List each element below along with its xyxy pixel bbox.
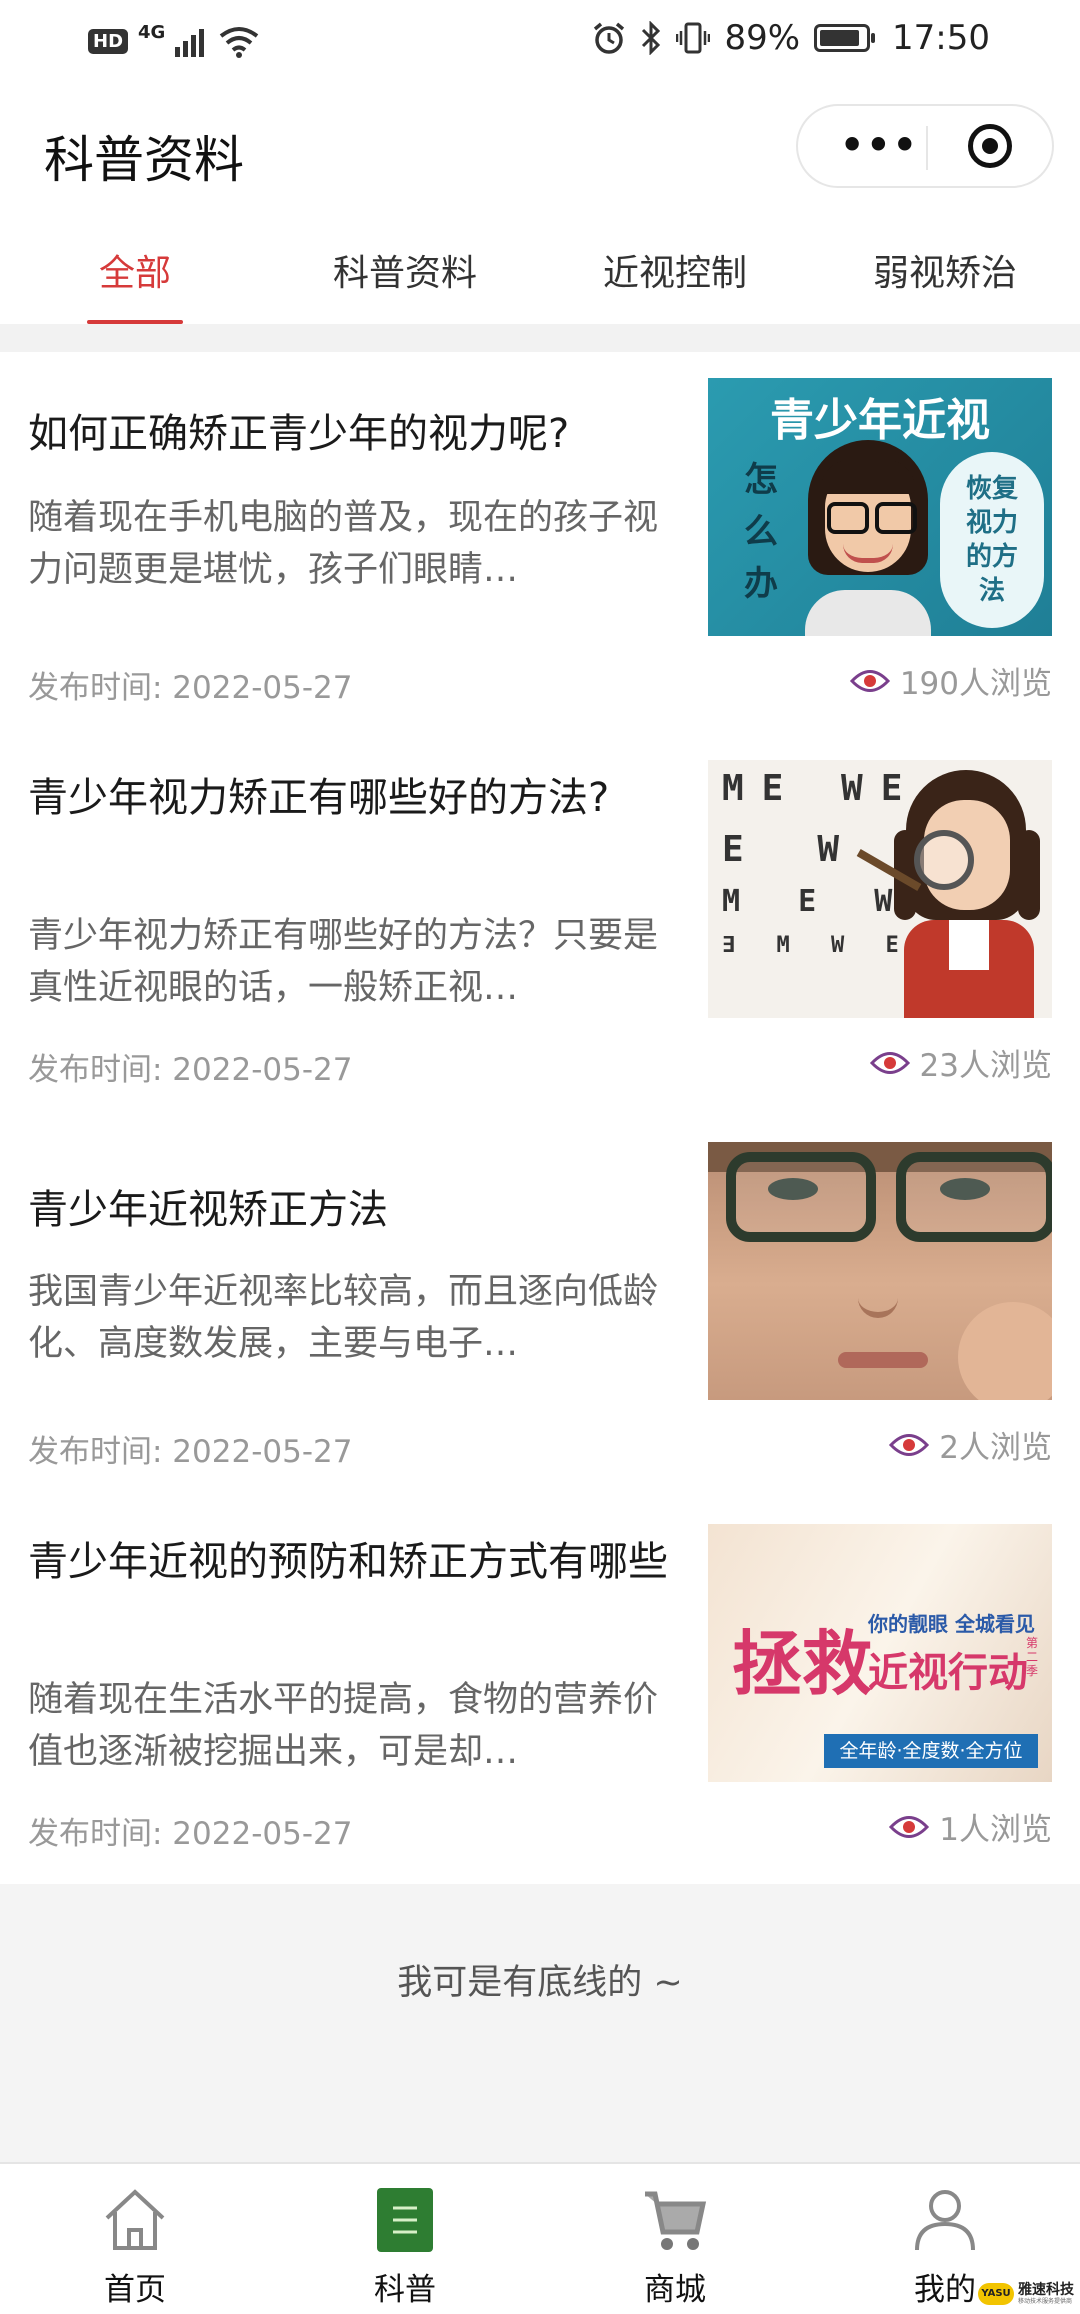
bottom-tab-bar: 首页 科普 商城 我的 YASU 雅速科技 移动技术服务提供商: [0, 2162, 1080, 2314]
user-icon: [915, 2190, 975, 2251]
article-thumbnail[interactable]: [708, 1142, 1052, 1400]
brand-text-group: 雅速科技 移动技术服务提供商: [1018, 2282, 1074, 2306]
eye-icon: [889, 1433, 930, 1456]
article-views: 190人浏览: [849, 658, 1052, 703]
views-count: 1人浏览: [939, 1812, 1052, 1848]
article-views: 1人浏览: [889, 1804, 1052, 1849]
article-thumbnail[interactable]: ME WE E W ∃ M E W ∃ M W E: [708, 760, 1052, 1018]
article-views: 23人浏览: [869, 1040, 1052, 1085]
views-count: 190人浏览: [899, 666, 1052, 702]
views-count: 23人浏览: [919, 1048, 1052, 1084]
article-views: 2人浏览: [889, 1422, 1052, 1467]
network-label: 4G: [138, 22, 166, 43]
tabbar-mall[interactable]: 商城: [540, 2164, 810, 2314]
tabbar-mall-label: 商城: [644, 2272, 706, 2308]
article-item[interactable]: 如何正确矫正青少年的视力呢? 随着现在手机电脑的普及，现在的孩子视力问题更是堪忧…: [0, 352, 1080, 734]
thumb-big2-text: 近视行动: [868, 1650, 1028, 1696]
status-bar: HD 4G 89% 17:50: [0, 0, 1080, 84]
signal-icon: [175, 28, 205, 57]
thumb-heading: 青少年近视: [770, 395, 990, 446]
tab-amblyopia[interactable]: 弱视矫治: [810, 214, 1080, 324]
brand-logo: YASU: [978, 2283, 1014, 2305]
glasses-figure: [708, 1142, 1052, 1400]
home-icon: [105, 2189, 165, 2250]
article-item[interactable]: 青少年近视的预防和矫正方式有哪些 随着现在生活水平的提高，食物的营养价值也逐渐被…: [0, 1498, 1080, 1880]
eye-icon: [849, 669, 890, 692]
article-item[interactable]: 青少年视力矫正有哪些好的方法? 青少年视力矫正有哪些好的方法？只要是真性近视眼的…: [0, 734, 1080, 1116]
document-icon: [377, 2188, 433, 2252]
capsule-divider: [926, 126, 928, 170]
brand-name: 雅速科技: [1018, 2282, 1074, 2298]
section-divider: [0, 324, 1080, 352]
article-summary: 随着现在手机电脑的普及，现在的孩子视力问题更是堪忧，孩子们眼睛…: [28, 498, 659, 590]
target-circle-icon[interactable]: [968, 124, 1012, 168]
article-title: 青少年视力矫正有哪些好的方法?: [28, 775, 610, 821]
article-date: 发布时间: 2022-05-27: [28, 1816, 353, 1852]
signal-group: HD 4G: [88, 22, 259, 61]
tabbar-home-label: 首页: [104, 2272, 166, 2308]
article-item[interactable]: 青少年近视矫正方法 我国青少年近视率比较高，而且逐向低龄化、高度数发展，主要与电…: [0, 1116, 1080, 1498]
article-thumbnail[interactable]: 青少年近视 怎么办 恢复视力的方法: [708, 378, 1052, 636]
vibrate-icon: [676, 22, 711, 54]
status-right: 89% 17:50: [592, 18, 990, 58]
article-thumbnail[interactable]: 拯救 你的靓眼 全城看见 近视行动 第二季 全年龄·全度数·全方位: [708, 1524, 1052, 1782]
article-date: 发布时间: 2022-05-27: [28, 1052, 353, 1088]
mini-program-capsule: •••: [796, 104, 1054, 188]
bluetooth-icon: [642, 21, 661, 55]
thumb-left-text: 怎么办: [744, 460, 778, 604]
battery-fill: [820, 30, 860, 46]
tabbar-science-label: 科普: [374, 2272, 436, 2308]
thumb-bubble-text: 恢复视力的方法: [965, 474, 1018, 606]
cart-icon: [645, 2191, 707, 2250]
article-summary: 随着现在生活水平的提高，食物的营养价值也逐渐被挖掘出来，可是却…: [28, 1680, 659, 1772]
alarm-icon: [594, 22, 625, 54]
battery-percent: 89%: [724, 18, 801, 58]
thumb-season: 第二季: [1026, 1636, 1039, 1678]
girl-figure: [803, 440, 933, 636]
brand-slogan: 移动技术服务提供商: [1018, 2298, 1073, 2305]
article-summary: 青少年视力矫正有哪些好的方法？只要是真性近视眼的话，一般矫正视…: [28, 916, 659, 1008]
tab-myopia-control[interactable]: 近视控制: [540, 214, 810, 324]
girl-figure: [856, 770, 1044, 1018]
tab-all[interactable]: 全部: [0, 214, 270, 324]
more-dots-icon[interactable]: •••: [840, 126, 919, 164]
article-title: 青少年近视的预防和矫正方式有哪些: [28, 1539, 668, 1585]
end-of-list-tip: 我可是有底线的 ~: [397, 1963, 683, 2003]
eye-icon: [869, 1051, 910, 1074]
tab-science[interactable]: 科普资料: [270, 214, 540, 324]
navigation-bar: 科普资料 •••: [0, 84, 1080, 214]
wifi-icon: [220, 26, 259, 58]
clock: 17:50: [892, 18, 990, 58]
battery-icon: [814, 24, 876, 52]
thumb-bubble: 恢复视力的方法: [940, 452, 1044, 628]
tabbar-science[interactable]: 科普: [270, 2164, 540, 2314]
tabbar-home[interactable]: 首页: [0, 2164, 270, 2314]
thumb-banner: 全年龄·全度数·全方位: [824, 1734, 1038, 1768]
thumb-big-text: 拯救: [732, 1622, 872, 1705]
end-of-list-zone: 我可是有底线的 ~: [0, 1884, 1080, 2162]
brand-watermark: YASU 雅速科技 移动技术服务提供商: [978, 2282, 1074, 2306]
article-title: 如何正确矫正青少年的视力呢?: [28, 411, 570, 457]
article-summary: 我国青少年近视率比较高，而且逐向低龄化、高度数发展，主要与电子…: [28, 1272, 659, 1364]
eye-icon: [889, 1815, 930, 1838]
views-count: 2人浏览: [939, 1430, 1052, 1466]
page-title: 科普资料: [44, 131, 244, 189]
article-date: 发布时间: 2022-05-27: [28, 1434, 353, 1470]
thumb-tag: 你的靓眼 全城看见: [868, 1612, 1035, 1636]
article-date: 发布时间: 2022-05-27: [28, 670, 353, 706]
article-title: 青少年近视矫正方法: [28, 1187, 388, 1233]
category-tabs: 全部 科普资料 近视控制 弱视矫治: [0, 214, 1080, 324]
hd-badge: HD: [88, 29, 129, 54]
